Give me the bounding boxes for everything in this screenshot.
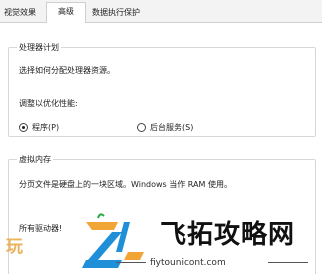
tab-strip: 视觉效果 高级 数据执行保护 xyxy=(0,0,322,23)
processor-scheduling-group: 处理器计划 选择如何分配处理器资源。 调整以优化性能: 程序(P) 后台服务(S… xyxy=(8,42,316,137)
performance-options-window: 视觉效果 高级 数据执行保护 处理器计划 选择如何分配处理器资源。 调整以优化性… xyxy=(0,0,322,274)
adjust-performance-label: 调整以优化性能: xyxy=(19,99,78,108)
background-services-radio-label: 后台服务(S) xyxy=(150,123,194,132)
tab-visual-effects[interactable]: 视觉效果 xyxy=(0,4,48,22)
virtual-memory-legend: 虚拟内存 xyxy=(17,154,53,165)
processor-scheduling-description: 选择如何分配处理器资源。 xyxy=(19,66,115,75)
tab-data-execution-prevention[interactable]: 数据执行保护 xyxy=(88,4,168,22)
programs-radio[interactable]: 程序(P) xyxy=(19,122,59,133)
all-drives-label: 所有驱动器! xyxy=(19,224,63,233)
radio-unselected-indicator xyxy=(137,123,146,132)
advanced-tab-panel: 处理器计划 选择如何分配处理器资源。 调整以优化性能: 程序(P) 后台服务(S… xyxy=(0,22,322,274)
tab-advanced[interactable]: 高级 xyxy=(46,2,86,23)
radio-selected-indicator xyxy=(19,123,28,132)
background-services-radio[interactable]: 后台服务(S) xyxy=(137,122,193,133)
processor-scheduling-legend: 处理器计划 xyxy=(17,42,61,53)
virtual-memory-group: 虚拟内存 分页文件是硬盘上的一块区域。Windows 当作 RAM 使用。 所有… xyxy=(8,154,316,274)
programs-radio-label: 程序(P) xyxy=(32,123,60,132)
virtual-memory-description: 分页文件是硬盘上的一块区域。Windows 当作 RAM 使用。 xyxy=(19,180,232,189)
